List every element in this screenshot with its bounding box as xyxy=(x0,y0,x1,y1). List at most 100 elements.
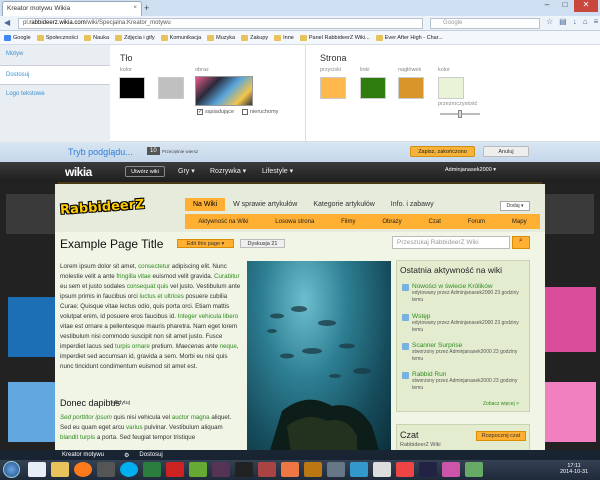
tab-motyw[interactable]: Motyw xyxy=(0,45,110,65)
activity-item-title[interactable]: Rabbid Run xyxy=(402,371,527,378)
tab-info[interactable]: Info. i zabawy xyxy=(383,198,442,211)
app-icon[interactable] xyxy=(281,462,299,477)
activity-item-title[interactable]: Scanner Surprise xyxy=(402,342,527,349)
window-dostosuj[interactable]: Dostosuj xyxy=(139,452,172,458)
tab-dostosuj[interactable]: Dostosuj xyxy=(0,65,110,85)
wiki-search-input[interactable]: Przeszukaj RabbideerZ Wiki xyxy=(392,236,510,249)
page-color-swatch[interactable] xyxy=(438,77,464,99)
app-icon[interactable] xyxy=(235,462,253,477)
app-icon[interactable] xyxy=(212,462,230,477)
links-color-swatch[interactable] xyxy=(360,77,386,99)
app-icon[interactable] xyxy=(373,462,391,477)
app-icon[interactable] xyxy=(258,462,276,477)
create-wiki-button[interactable]: Utwórz wiki xyxy=(125,166,165,177)
save-button[interactable]: Zapisz, zakończono xyxy=(410,146,475,157)
tab-na-wiki[interactable]: Na Wiki xyxy=(185,198,226,211)
app-icon[interactable] xyxy=(327,462,345,477)
app-icon[interactable] xyxy=(304,462,322,477)
tab-articles[interactable]: W sprawie artykułów xyxy=(225,198,305,211)
media-icon[interactable] xyxy=(97,462,115,477)
global-nav-entertainment[interactable]: Rozrywka ▾ xyxy=(210,167,246,175)
search-icon[interactable]: ⌕ xyxy=(512,236,530,249)
app-icon[interactable] xyxy=(143,462,161,477)
activity-item[interactable]: Wstęp edytowany przez Adminjanasek2000 2… xyxy=(402,313,527,334)
bookmark-item[interactable]: Google xyxy=(4,34,31,41)
bookmark-item[interactable]: Panel RabbideerZ Wiki... xyxy=(299,34,370,41)
firefox-icon[interactable] xyxy=(74,462,92,477)
app-icon[interactable] xyxy=(189,462,207,477)
maximize-icon[interactable]: □ xyxy=(556,0,574,12)
tiling-checkbox[interactable]: ✓ xyxy=(197,109,203,115)
app-icon[interactable] xyxy=(419,462,437,477)
close-tab-icon[interactable]: × xyxy=(133,4,137,11)
global-nav-lifestyle[interactable]: Lifestyle ▾ xyxy=(262,167,293,175)
activity-item-title[interactable]: Nowości w świecie Królików xyxy=(402,283,527,290)
see-more-link[interactable]: Zobacz więcej > xyxy=(483,401,519,407)
search-input[interactable]: Google xyxy=(430,18,540,29)
subnav-random[interactable]: Losowa strona xyxy=(275,219,314,225)
window-kreator[interactable]: Kreator motywu xyxy=(0,452,114,458)
global-nav-games[interactable]: Gry ▾ xyxy=(178,167,195,175)
gear-icon[interactable]: ⚙ xyxy=(114,452,139,459)
bg-image-thumbnail[interactable] xyxy=(195,76,253,106)
bookmark-item[interactable]: Inne xyxy=(274,34,294,41)
bookmark-item[interactable]: Społeczności xyxy=(36,34,78,41)
url-bar[interactable]: pl.rabbideerz.wikia.com/wiki/Specjalna:K… xyxy=(18,18,423,29)
user-menu[interactable]: Adminjanasek2000 ▾ xyxy=(445,167,496,173)
cancel-button[interactable]: Anuluj xyxy=(483,146,529,157)
bookmark-item[interactable]: Ever After High - Char... xyxy=(375,34,443,41)
background-right xyxy=(542,182,600,460)
subnav-videos[interactable]: Filmy xyxy=(341,219,355,225)
bookmark-item[interactable]: Muzyka xyxy=(207,34,235,41)
activity-item[interactable]: Nowości w świecie Królików edytowany prz… xyxy=(402,283,527,304)
tab-categories[interactable]: Kategorie artykułów xyxy=(305,198,382,211)
app-icon[interactable] xyxy=(465,462,483,477)
star-icon[interactable]: ☆ xyxy=(546,17,559,26)
preview-width-label: Przeciętnie wiersz xyxy=(162,149,199,154)
app-icon[interactable] xyxy=(350,462,368,477)
browser-tab[interactable]: Kreator motywu Wikia × xyxy=(2,1,142,16)
activity-item-title[interactable]: Wstęp xyxy=(402,313,527,320)
buttons-color-swatch[interactable] xyxy=(320,77,346,99)
header-color-swatch[interactable] xyxy=(398,77,424,99)
app-icon[interactable] xyxy=(166,462,184,477)
fixed-checkbox[interactable] xyxy=(242,109,248,115)
system-clock[interactable]: 17:11 2014-10-31 xyxy=(560,463,588,475)
back-icon[interactable]: ◀ xyxy=(4,18,10,27)
home-icon[interactable]: ⌂ xyxy=(583,17,594,26)
bookmark-item[interactable]: Zakupy xyxy=(241,34,268,41)
toolbar-icons: ☆▤↓⌂≡ xyxy=(546,17,600,26)
app-icon[interactable] xyxy=(396,462,414,477)
subnav-chat[interactable]: Czat xyxy=(429,219,441,225)
subnav-maps[interactable]: Mapy xyxy=(512,219,527,225)
bookmarks-icon[interactable]: ▤ xyxy=(559,17,573,26)
bookmark-item[interactable]: Zdjęcia i gify xyxy=(115,34,155,41)
transparency-slider-handle[interactable] xyxy=(458,110,462,118)
section-edit-link[interactable]: ✎Edytuj xyxy=(110,400,130,406)
start-button[interactable] xyxy=(3,461,20,478)
discussion-button[interactable]: Dyskusja 21 xyxy=(240,239,285,248)
plus-icon[interactable]: + xyxy=(144,3,149,13)
folder-icon[interactable] xyxy=(51,462,69,477)
subnav-forum[interactable]: Forum xyxy=(468,219,485,225)
bookmark-item[interactable]: Komunikacja xyxy=(160,34,201,41)
activity-item[interactable]: Rabbid Run stworzony przez Adminjanasek2… xyxy=(402,371,527,392)
activity-item[interactable]: Scanner Surprise stworzony przez Adminja… xyxy=(402,342,527,363)
subnav-activity[interactable]: Aktywność na Wiki xyxy=(198,219,248,225)
add-button[interactable]: Dodaj ▾ xyxy=(500,201,530,211)
wikia-logo[interactable]: wikia xyxy=(65,165,92,179)
app-icon[interactable] xyxy=(442,462,460,477)
skype-icon[interactable] xyxy=(120,462,138,477)
start-chat-button[interactable]: Rozpocznij czat xyxy=(476,431,526,441)
tab-logo[interactable]: Logo tekstowe xyxy=(0,85,110,105)
download-icon[interactable]: ↓ xyxy=(573,17,583,26)
bookmark-item[interactable]: Nauka xyxy=(84,34,109,41)
ie-icon[interactable] xyxy=(28,462,46,477)
subnav-images[interactable]: Obrazy xyxy=(382,219,401,225)
close-icon[interactable]: ✕ xyxy=(574,0,598,12)
bg-color-swatch[interactable] xyxy=(119,77,145,99)
menu-icon[interactable]: ≡ xyxy=(594,17,600,26)
preview-width-value[interactable]: 10 xyxy=(147,147,160,155)
minimize-icon[interactable]: – xyxy=(538,0,556,12)
edit-page-button[interactable]: Edit this page ▾ xyxy=(177,239,234,248)
